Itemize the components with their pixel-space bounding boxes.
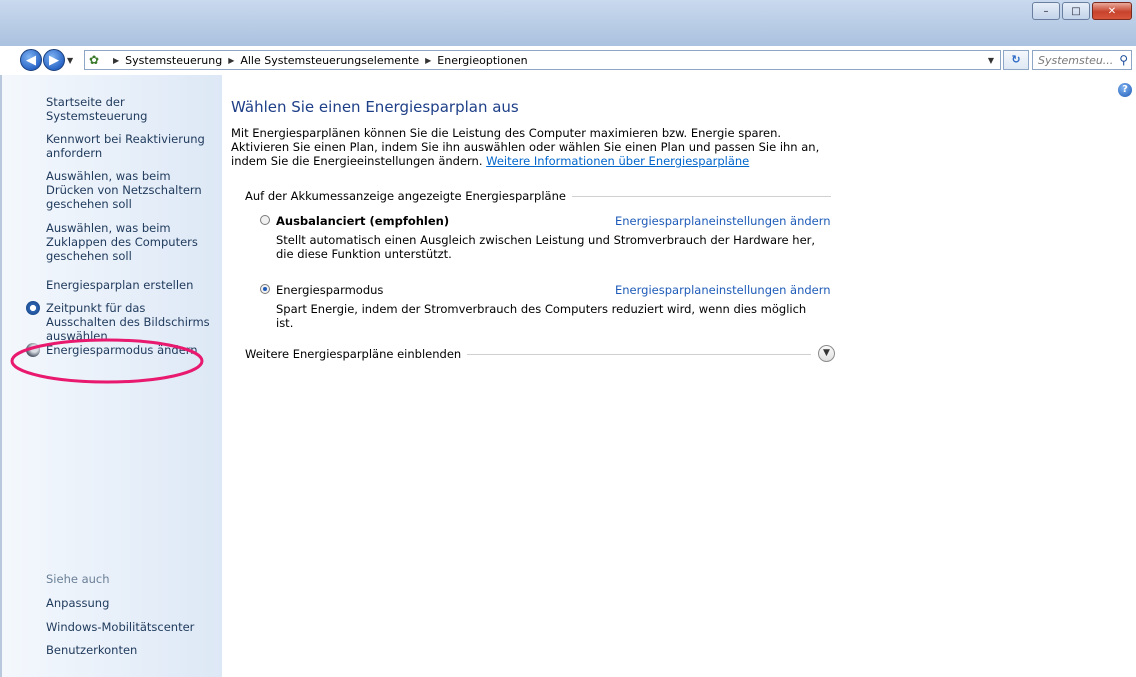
plan-balanced-description: Stellt automatisch einen Ausgleich zwisc…: [276, 233, 816, 261]
see-also-user-accounts[interactable]: Benutzerkonten: [46, 643, 216, 657]
plan-power-saver-name[interactable]: Energiesparmodus: [276, 283, 383, 297]
sidebar-item-power-buttons[interactable]: Auswählen, was beim Drücken von Netzscha…: [46, 169, 216, 211]
plan-power-saver-description: Spart Energie, indem der Stromverbrauch …: [276, 302, 807, 330]
maximize-button[interactable]: □: [1062, 2, 1090, 20]
more-plans-row[interactable]: Weitere Energiesparpläne einblenden ▼: [245, 345, 835, 363]
see-also-personalization[interactable]: Anpassung: [46, 596, 216, 610]
address-bar[interactable]: ✿ ▶ Systemsteuerung ▶ Alle Systemsteueru…: [84, 50, 1001, 70]
clock-icon: [26, 301, 40, 315]
sidebar-item-password[interactable]: Kennwort bei Reaktivierung anfordern: [46, 132, 216, 160]
plan-balanced-radio[interactable]: [260, 215, 270, 225]
back-arrow-icon: ◀: [26, 52, 36, 68]
breadcrumb-separator-icon[interactable]: ▶: [425, 56, 431, 65]
sidebar-item-create-plan[interactable]: Energiesparplan erstellen: [46, 278, 216, 292]
address-dropdown-icon[interactable]: ▼: [988, 56, 994, 65]
see-also-heading: Siehe auch: [46, 572, 110, 586]
breadcrumb-energieoptionen[interactable]: Energieoptionen: [437, 54, 527, 67]
plan-power-saver-radio[interactable]: [260, 284, 270, 294]
sidebar-item-lid[interactable]: Auswählen, was beim Zuklappen des Comput…: [46, 221, 216, 263]
title-bar: – □ ✕: [0, 0, 1136, 46]
main-content: ? Wählen Sie einen Energiesparplan aus M…: [222, 75, 1136, 677]
breadcrumb-separator-icon[interactable]: ▶: [113, 56, 119, 65]
more-plans-label[interactable]: Weitere Energiesparpläne einblenden: [245, 347, 468, 361]
back-button[interactable]: ◀: [20, 49, 42, 71]
close-button[interactable]: ✕: [1092, 2, 1132, 20]
group-label: Auf der Akkumessanzeige angezeigte Energ…: [245, 189, 572, 203]
sidebar-item-home[interactable]: Startseite der Systemsteuerung: [46, 95, 216, 123]
annotation-ellipse: [10, 338, 204, 384]
search-icon[interactable]: ⚲: [1119, 53, 1128, 67]
highlight-annotation-circle: [10, 338, 204, 384]
refresh-icon: ↻: [1011, 53, 1021, 66]
see-also-mobility-center[interactable]: Windows-Mobilitätscenter: [46, 620, 216, 634]
breadcrumb-separator-icon[interactable]: ▶: [228, 56, 234, 65]
window-controls: – □ ✕: [1032, 2, 1132, 20]
recent-pages-dropdown-icon[interactable]: ▼: [67, 56, 73, 65]
minimize-button[interactable]: –: [1032, 2, 1060, 20]
forward-arrow-icon: ▶: [49, 52, 59, 68]
plan-balanced-name[interactable]: Ausbalanciert (empfohlen): [276, 214, 449, 228]
forward-button[interactable]: ▶: [43, 49, 65, 71]
navigation-bar: ◀ ▶ ▼ ✿ ▶ Systemsteuerung ▶ Alle Systems…: [0, 47, 1136, 73]
plan-power-saver-settings-link[interactable]: Energiesparplaneinstellungen ändern: [615, 283, 831, 297]
breadcrumb-alle-elemente[interactable]: Alle Systemsteuerungselemente: [240, 54, 419, 67]
help-icon[interactable]: ?: [1118, 83, 1132, 97]
plans-group: Auf der Akkumessanzeige angezeigte Energ…: [245, 189, 831, 203]
more-info-link[interactable]: Weitere Informationen über Energiesparpl…: [486, 154, 749, 168]
breadcrumb-systemsteuerung[interactable]: Systemsteuerung: [125, 54, 222, 67]
intro-text: Mit Energiesparplänen können Sie die Lei…: [231, 126, 831, 168]
expand-chevron-icon[interactable]: ▼: [818, 345, 835, 362]
search-placeholder: Systemsteu...: [1038, 53, 1114, 67]
search-input[interactable]: Systemsteu... ⚲: [1032, 50, 1132, 70]
control-panel-icon: ✿: [89, 53, 100, 67]
plan-balanced-settings-link[interactable]: Energiesparplaneinstellungen ändern: [615, 214, 831, 228]
refresh-button[interactable]: ↻: [1003, 50, 1029, 70]
page-title: Wählen Sie einen Energiesparplan aus: [231, 98, 519, 116]
control-panel-window: – □ ✕ ◀ ▶ ▼ ✿ ▶ Systemsteuerung ▶ Alle S…: [0, 0, 1136, 677]
